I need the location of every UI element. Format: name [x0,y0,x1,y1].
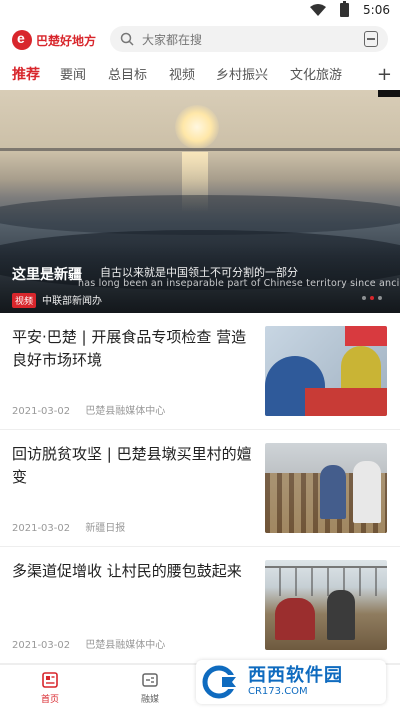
news-source: 巴楚县融媒体中心 [85,406,166,417]
tab-headlines[interactable]: 要闻 [60,64,86,83]
news-meta: 2021-03-02 巴楚县融媒体中心 [12,402,165,417]
nav-media-label: 融媒 [140,695,159,705]
wifi-icon [310,4,327,16]
tab-rural-revitalization[interactable]: 乡村振兴 [216,64,268,83]
video-badge: 视频 [12,293,37,308]
news-title: 多渠道促增收 让村民的腰包鼓起来 [12,562,242,580]
hero-horizon [0,148,400,151]
status-time: 5:06 [363,3,390,17]
corner-tag [378,90,400,97]
status-bar: 5:06 [0,0,400,24]
search-icon [120,32,134,46]
news-source: 巴楚县融媒体中心 [85,640,166,651]
app-logo[interactable]: 巴楚好地方 [12,30,96,50]
category-tabs: 推荐 要闻 总目标 视频 乡村振兴 文化旅游 + [0,60,400,88]
carousel-dot[interactable] [362,296,366,300]
news-meta: 2021-03-02 巴楚县融媒体中心 [12,636,165,651]
news-thumbnail [265,326,387,416]
tab-recommend[interactable]: 推荐 [12,64,40,84]
news-source: 新疆日报 [85,523,126,534]
carousel-dot[interactable] [378,296,382,300]
news-thumbnail [265,560,387,650]
hero-banner[interactable]: 这里是新疆 自古以来就是中国领土不可分割的一部分 has long been a… [0,90,400,313]
news-date: 2021-03-02 [12,640,71,651]
tab-culture-tourism[interactable]: 文化旅游 [290,64,342,83]
watermark-logo-icon [202,665,242,699]
hero-sun [175,105,219,149]
add-channel-icon[interactable]: + [377,64,392,85]
watermark: 西西软件园 CR173.COM [196,660,386,704]
nav-home-label: 首页 [40,695,59,705]
media-icon [142,673,158,687]
status-icons: 5:06 [310,1,390,17]
news-title: 回访脱贫攻坚 | 巴楚县墩买里村的嬗变 [12,445,252,486]
search-bar[interactable]: 大家都在搜 [110,26,388,52]
hero-subtitle-en: has long been an inseparable part of Chi… [78,278,400,289]
tab-general-goal[interactable]: 总目标 [108,64,147,83]
carousel-dot-active[interactable] [370,296,374,300]
tab-fade [350,60,380,88]
home-news-icon [42,672,58,688]
hero-source: 中联部新闻办 [42,296,102,307]
tab-video[interactable]: 视频 [169,64,195,83]
news-date: 2021-03-02 [12,406,71,417]
watermark-main: 西西软件园 [248,665,343,686]
logo-text: 巴楚好地方 [36,33,97,48]
logo-mark-icon [12,30,32,50]
news-item[interactable]: 回访脱贫攻坚 | 巴楚县墩买里村的嬗变 2021-03-02 新疆日报 [0,431,400,547]
battery-icon [340,1,350,17]
app-header: 巴楚好地方 大家都在搜 [0,24,400,58]
watermark-sub: CR173.COM [248,686,308,697]
hero-wave [0,195,400,235]
search-placeholder: 大家都在搜 [142,32,203,47]
nav-home[interactable]: 首页 [20,671,80,705]
news-date: 2021-03-02 [12,523,71,534]
hero-title: 这里是新疆 [12,267,82,283]
scan-icon[interactable] [364,31,378,47]
nav-media[interactable]: 融媒 [120,671,180,705]
news-meta: 2021-03-02 新疆日报 [12,519,125,534]
news-thumbnail [265,443,387,533]
news-title: 平安·巴楚 | 开展食品专项检查 营造良好市场环境 [12,328,247,369]
news-item[interactable]: 平安·巴楚 | 开展食品专项检查 营造良好市场环境 2021-03-02 巴楚县… [0,314,400,430]
carousel-dots [362,296,382,300]
watermark-text: 西西软件园 CR173.COM [248,666,343,698]
news-item[interactable]: 多渠道促增收 让村民的腰包鼓起来 2021-03-02 巴楚县融媒体中心 [0,548,400,664]
